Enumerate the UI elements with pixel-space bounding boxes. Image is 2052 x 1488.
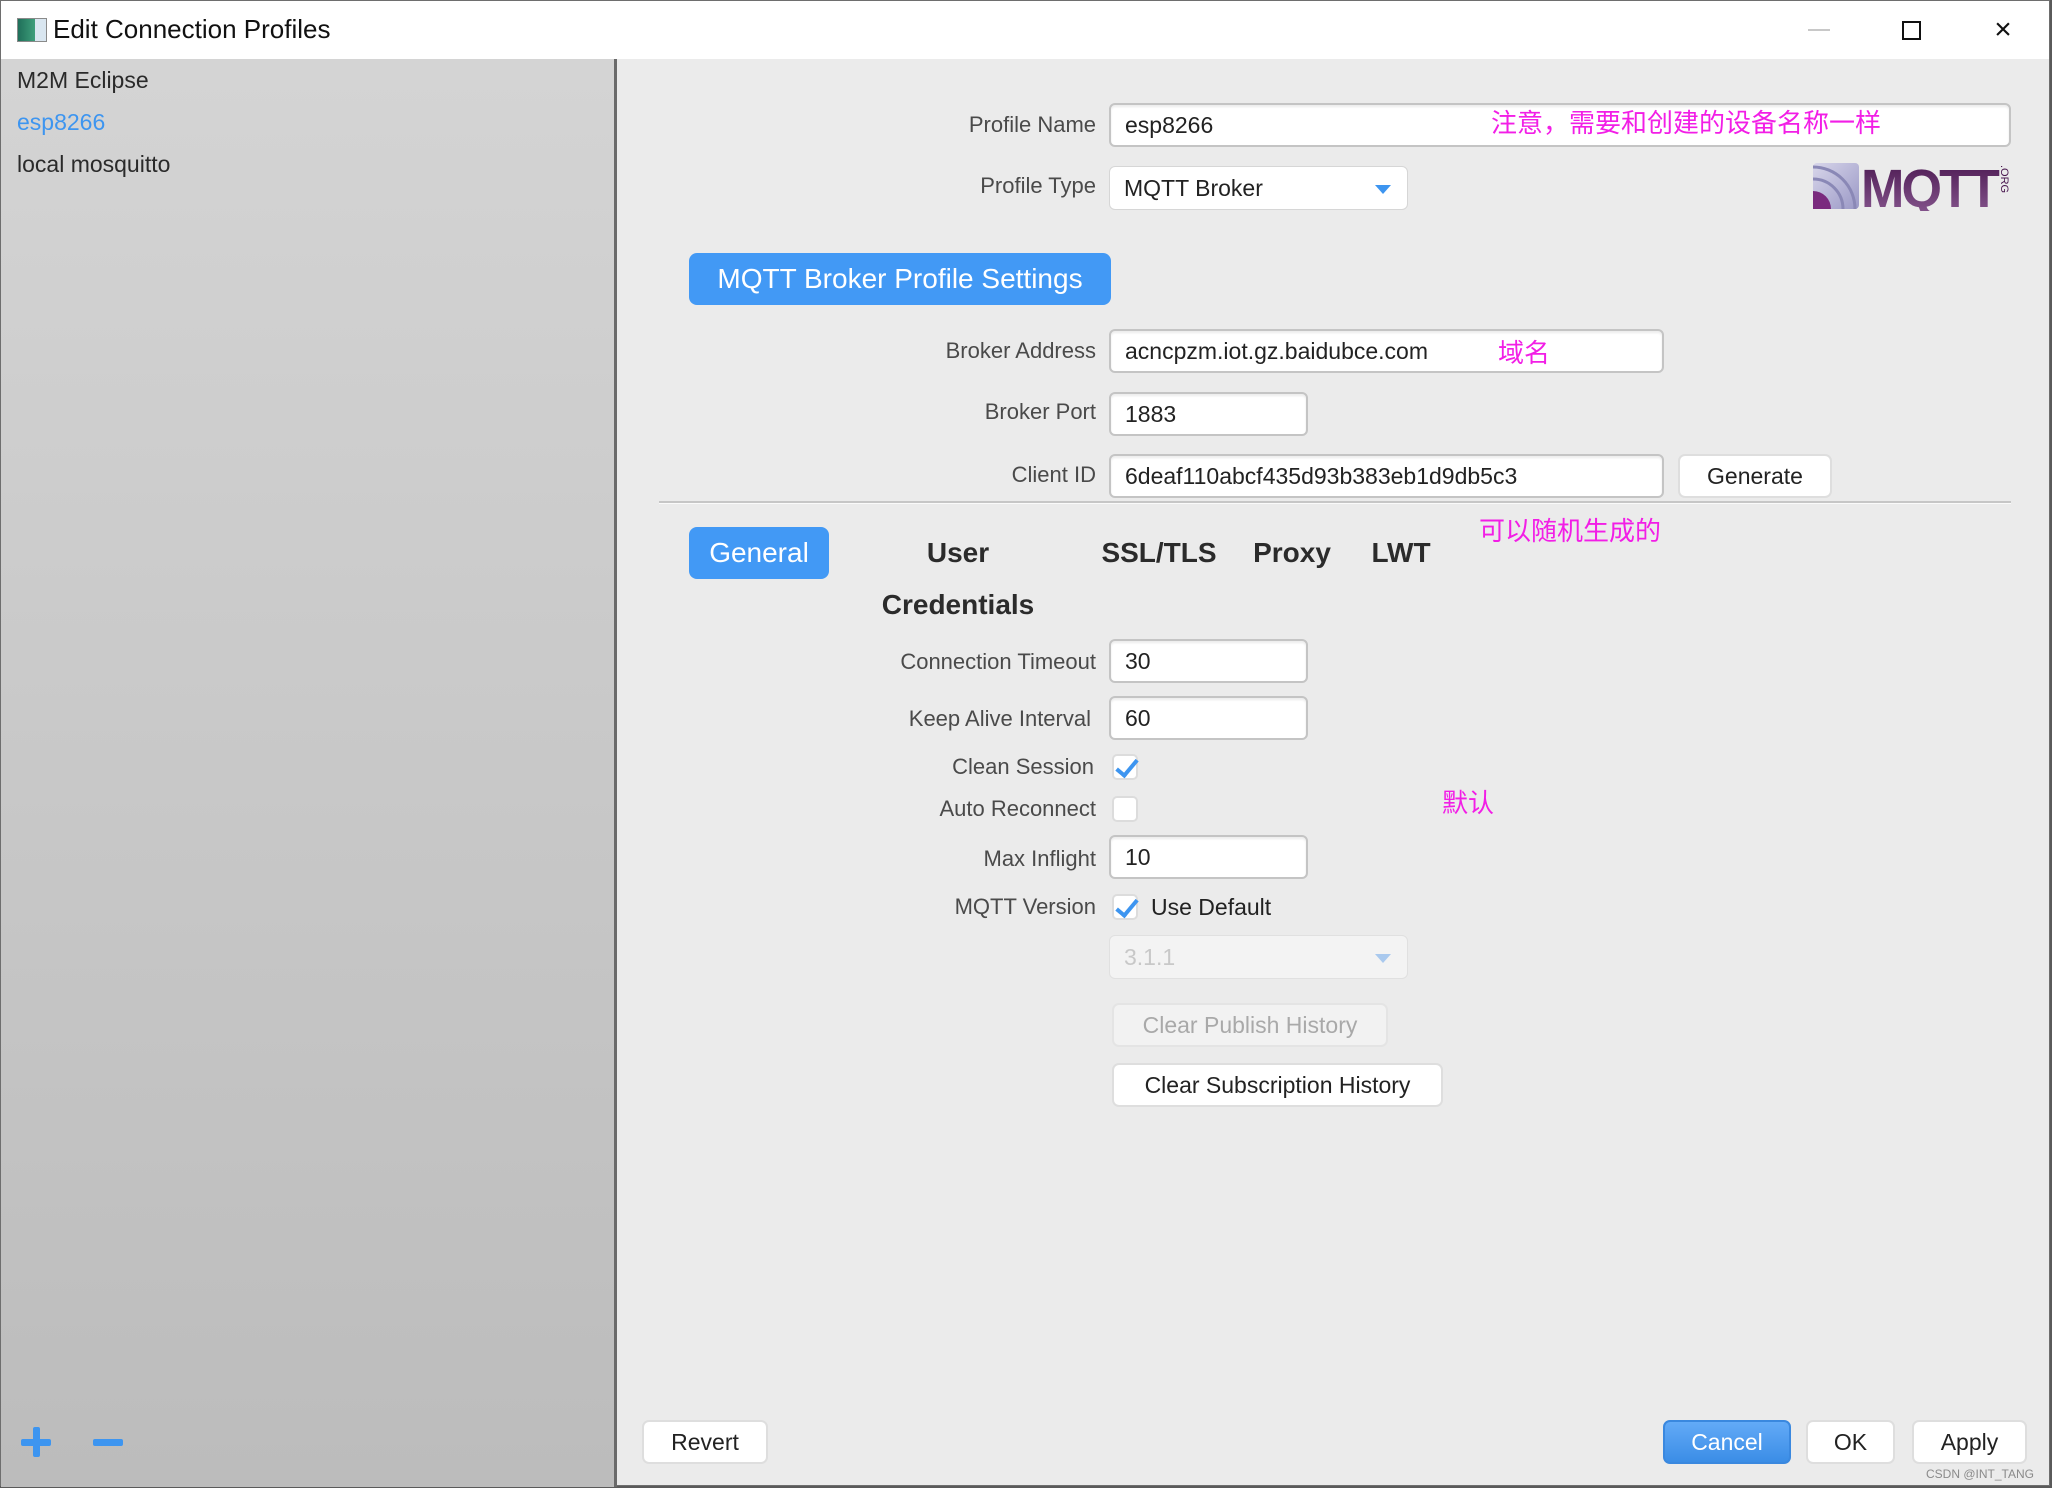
defaults-annotation: 默认 (1442, 789, 1495, 819)
broker-address-label: Broker Address (945, 338, 1096, 363)
checkmark-icon (1115, 893, 1139, 919)
mqtt-version-value: 3.1.1 (1124, 944, 1176, 970)
broker-address-annotation: 域名 (1498, 339, 1551, 369)
section-divider (659, 501, 2011, 504)
ok-button[interactable]: OK (1806, 1420, 1895, 1464)
plus-icon[interactable] (21, 1427, 51, 1457)
profile-type-label: Profile Type (980, 173, 1096, 198)
broker-port-input[interactable]: 1883 (1109, 392, 1308, 436)
minimize-icon (1808, 29, 1830, 31)
profile-list-item-m2m-eclipse[interactable]: M2M Eclipse (17, 67, 149, 94)
client-id-label: Client ID (1011, 462, 1096, 487)
watermark: CSDN @INT_TANG (1926, 1467, 2034, 1481)
generate-client-id-button[interactable]: Generate (1678, 454, 1832, 498)
maximize-button[interactable] (1865, 1, 1957, 59)
revert-button[interactable]: Revert (642, 1420, 768, 1464)
broker-address-input[interactable]: acncpzm.iot.gz.baidubce.com (1109, 329, 1664, 373)
mqtt-org-logo: MQTT .ORG (1813, 161, 2010, 211)
keep-alive-interval-label: Keep Alive Interval (908, 706, 1091, 731)
clean-session-checkbox[interactable] (1112, 753, 1139, 780)
tab-proxy[interactable]: Proxy (1249, 527, 1335, 579)
svg-text:.ORG: .ORG (1998, 165, 2010, 193)
cancel-button[interactable]: Cancel (1663, 1420, 1791, 1464)
svg-text:MQTT: MQTT (1861, 161, 2000, 211)
dropdown-arrow-icon (1375, 954, 1391, 963)
client-id-input[interactable]: 6deaf110abcf435d93b383eb1d9db5c3 (1109, 454, 1664, 498)
mqtt-version-label: MQTT Version (954, 894, 1096, 919)
max-inflight-label: Max Inflight (983, 846, 1097, 871)
tab-general[interactable]: General (689, 527, 829, 579)
minus-icon[interactable] (93, 1439, 123, 1446)
connection-timeout-input[interactable]: 30 (1109, 639, 1308, 683)
clear-subscription-history-button[interactable]: Clear Subscription History (1112, 1063, 1443, 1107)
use-default-label: Use Default (1151, 894, 1272, 920)
app-window-icon (17, 18, 47, 42)
apply-button[interactable]: Apply (1912, 1420, 2027, 1464)
clear-publish-history-button: Clear Publish History (1112, 1003, 1388, 1047)
maximize-icon (1901, 20, 1921, 40)
broker-profile-settings-heading: MQTT Broker Profile Settings (689, 253, 1111, 305)
profile-list-sidebar: M2M Eclipse esp8266 local mosquitto (1, 59, 617, 1487)
tab-lwt[interactable]: LWT (1363, 527, 1439, 579)
broker-port-label: Broker Port (984, 399, 1096, 424)
profile-name-label: Profile Name (968, 112, 1096, 137)
client-id-annotation: 可以随机生成的 (1479, 517, 1662, 547)
auto-reconnect-checkbox[interactable] (1112, 796, 1138, 822)
profile-type-select[interactable]: MQTT Broker (1109, 166, 1408, 210)
use-default-version-checkbox[interactable] (1112, 893, 1139, 920)
window-title: Edit Connection Profiles (53, 14, 331, 44)
profile-name-annotation: 注意，需要和创建的设备名称一样 (1491, 109, 1882, 139)
profile-type-value: MQTT Broker (1124, 175, 1263, 201)
checkmark-icon (1115, 753, 1139, 779)
max-inflight-input[interactable]: 10 (1109, 835, 1308, 879)
tab-user-credentials[interactable]: User Credentials (847, 527, 1069, 620)
close-icon: × (1994, 13, 2012, 46)
tab-ssl-tls[interactable]: SSL/TLS (1097, 527, 1221, 579)
mqtt-version-select: 3.1.1 (1109, 935, 1408, 979)
title-bar: Edit Connection Profiles × (1, 1, 2049, 59)
clean-session-label: Clean Session (952, 754, 1094, 779)
keep-alive-interval-input[interactable]: 60 (1109, 696, 1308, 740)
minimize-button[interactable] (1773, 1, 1865, 59)
auto-reconnect-label: Auto Reconnect (939, 796, 1096, 821)
profile-list-item-esp8266[interactable]: esp8266 (17, 109, 105, 136)
edit-connection-profiles-window: Edit Connection Profiles × M2M Eclipse e… (0, 0, 2050, 1487)
connection-timeout-label: Connection Timeout (900, 649, 1096, 674)
dropdown-arrow-icon (1375, 185, 1391, 194)
profile-list-item-local-mosquitto[interactable]: local mosquitto (17, 151, 170, 178)
close-button[interactable]: × (1957, 1, 2049, 59)
